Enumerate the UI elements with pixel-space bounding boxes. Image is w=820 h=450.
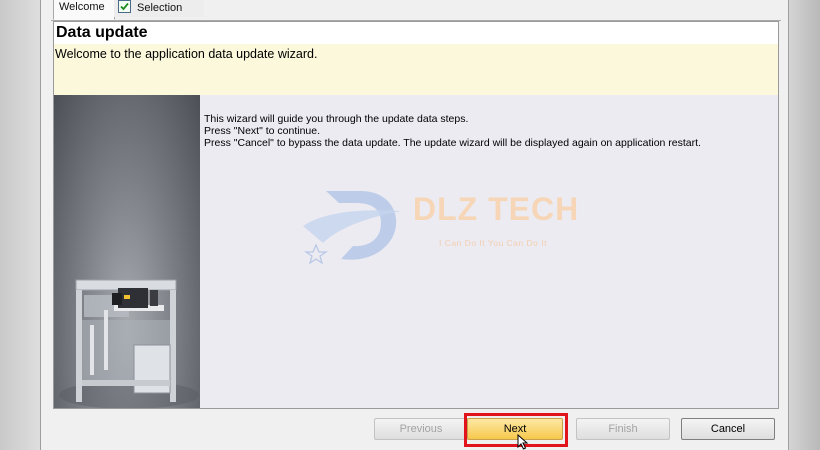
cancel-button[interactable]: Cancel xyxy=(681,418,775,440)
machine-illustration xyxy=(54,95,200,408)
previous-button[interactable]: Previous xyxy=(374,418,468,440)
next-button-highlight xyxy=(464,413,568,447)
watermark: DLZ TECH I Can Do It You Can Do It xyxy=(301,181,601,271)
page-title: Data update xyxy=(56,24,148,41)
tab-selection[interactable]: Selection xyxy=(114,0,204,17)
title-bar xyxy=(54,22,778,44)
tab-selection-label: Selection xyxy=(137,2,183,14)
tab-strip: Welcome Selection xyxy=(51,0,781,21)
instruction-line: This wizard will guide you through the u… xyxy=(204,113,469,125)
watermark-slogan: I Can Do It You Can Do It xyxy=(439,238,547,248)
tab-welcome-label: Welcome xyxy=(59,1,105,13)
finish-button[interactable]: Finish xyxy=(576,418,670,440)
mouse-pointer-icon xyxy=(517,434,529,450)
machine-drawing xyxy=(59,279,199,408)
dlz-logo-icon xyxy=(303,191,401,265)
tab-welcome[interactable]: Welcome xyxy=(53,0,115,20)
selection-checkbox[interactable] xyxy=(118,0,131,13)
instruction-line: Press "Next" to continue. xyxy=(204,125,321,137)
wizard-window: Welcome Selection Data update Welcome to… xyxy=(41,0,788,450)
page-subtitle: Welcome to the application data update w… xyxy=(55,47,318,61)
instruction-line: Press "Cancel" to bypass the data update… xyxy=(204,137,701,149)
page-header: Data update Welcome to the application d… xyxy=(54,22,778,95)
checkmark-icon xyxy=(120,2,129,11)
watermark-title: DLZ TECH xyxy=(413,191,580,227)
background-right-frame xyxy=(788,0,820,450)
instructions: This wizard will guide you through the u… xyxy=(204,113,701,149)
background-left-frame xyxy=(0,0,41,450)
